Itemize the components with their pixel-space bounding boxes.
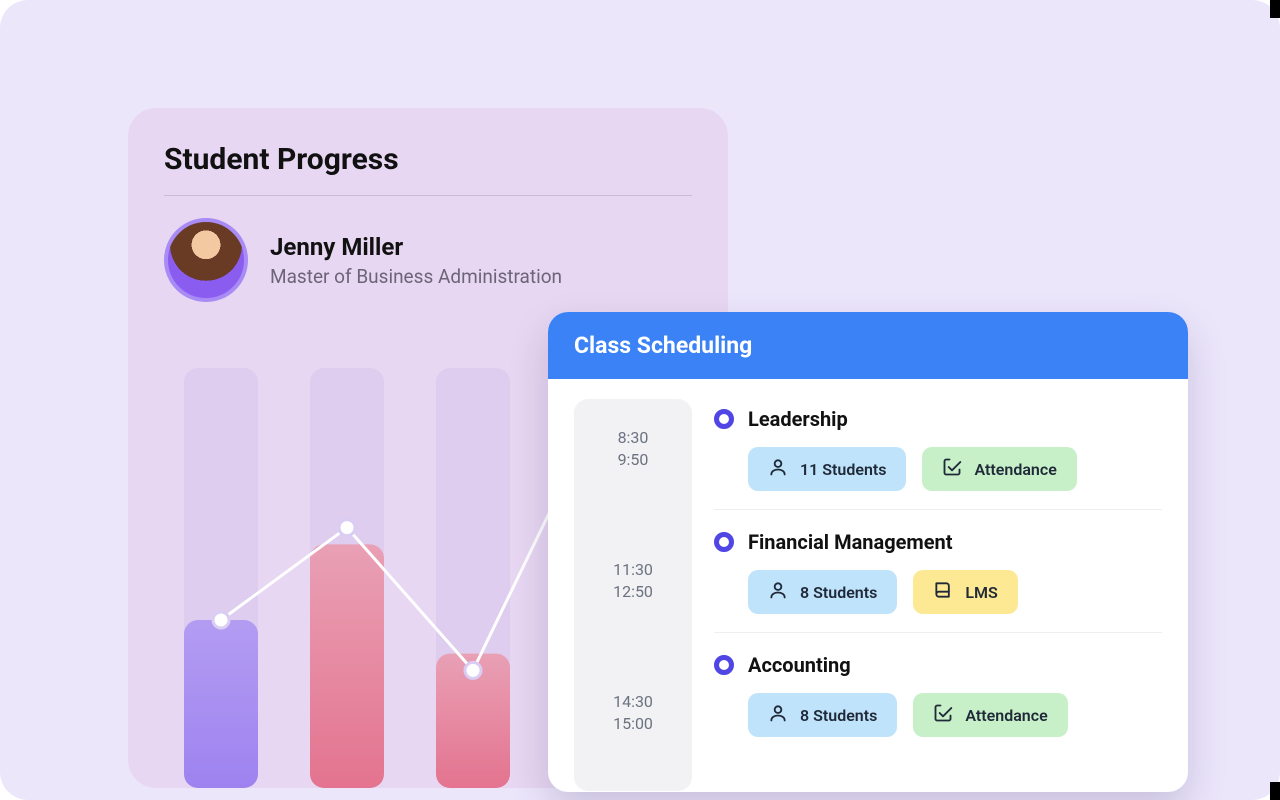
attendance-pill[interactable]: Attendance <box>922 447 1076 491</box>
student-profile: Jenny Miller Master of Business Administ… <box>164 218 692 302</box>
class-item[interactable]: Financial Management 8 Students LMS <box>714 524 1162 633</box>
attendance-pill[interactable]: Attendance <box>913 693 1067 737</box>
trend-point <box>213 612 229 628</box>
book-icon <box>933 580 953 604</box>
person-icon <box>768 457 788 481</box>
class-list: Leadership 11 Students Attendance Financial… <box>692 379 1188 791</box>
trend-line <box>221 410 599 670</box>
bullet-icon <box>714 409 734 429</box>
screenshot-crop-artifact <box>1270 0 1280 18</box>
bar-bg <box>310 368 384 788</box>
class-item[interactable]: Accounting 8 Students Attendance <box>714 647 1162 755</box>
time-column: 8:309:5011:3012:5014:3015:00 <box>574 399 692 791</box>
trend-point <box>339 520 355 536</box>
time-slot: 14:3015:00 <box>574 691 692 792</box>
trend-point <box>465 662 481 678</box>
students-count: 8 Students <box>800 706 877 725</box>
person-icon <box>768 580 788 604</box>
lms-pill[interactable]: LMS <box>913 570 1017 614</box>
bar-bg <box>184 368 258 788</box>
class-title: Leadership <box>748 407 848 431</box>
action-label: LMS <box>965 583 997 602</box>
students-pill[interactable]: 8 Students <box>748 693 897 737</box>
student-progress-title: Student Progress <box>164 142 692 196</box>
person-icon <box>768 703 788 727</box>
action-label: Attendance <box>974 460 1056 479</box>
class-item[interactable]: Leadership 11 Students Attendance <box>714 401 1162 510</box>
time-slot: 8:309:50 <box>574 427 692 559</box>
time-slot: 11:3012:50 <box>574 559 692 691</box>
check-icon <box>942 457 962 481</box>
students-pill[interactable]: 8 Students <box>748 570 897 614</box>
bullet-icon <box>714 532 734 552</box>
check-icon <box>933 703 953 727</box>
class-scheduling-title: Class Scheduling <box>548 312 1188 379</box>
student-program: Master of Business Administration <box>270 265 562 288</box>
bullet-icon <box>714 655 734 675</box>
students-count: 11 Students <box>800 460 886 479</box>
action-label: Attendance <box>965 706 1047 725</box>
class-title: Financial Management <box>748 530 953 554</box>
class-scheduling-card: Class Scheduling 8:309:5011:3012:5014:30… <box>548 312 1188 792</box>
stage: Student Progress Jenny Miller Master of … <box>0 0 1280 800</box>
students-pill[interactable]: 11 Students <box>748 447 906 491</box>
screenshot-crop-artifact <box>1270 782 1280 800</box>
class-title: Accounting <box>748 653 851 677</box>
student-name: Jenny Miller <box>270 233 562 261</box>
students-count: 8 Students <box>800 583 877 602</box>
avatar <box>164 218 248 302</box>
bar-bg <box>436 368 510 788</box>
